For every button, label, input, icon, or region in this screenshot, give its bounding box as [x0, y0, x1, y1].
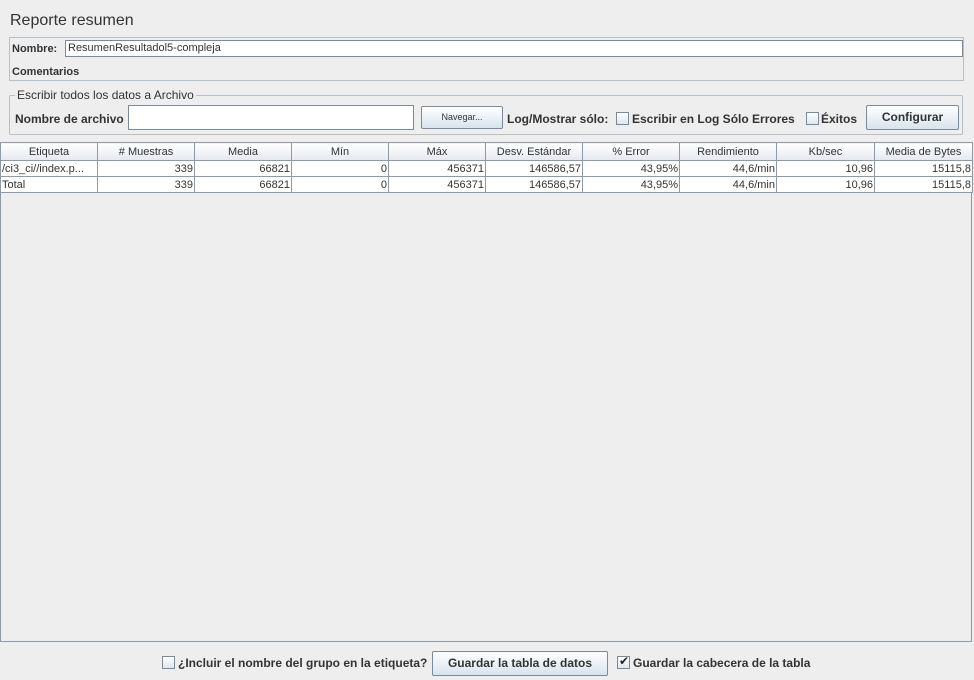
table-cell: 10,96: [776, 176, 875, 193]
column-header[interactable]: Máx: [388, 142, 486, 161]
table-cell: 146586,57: [485, 176, 583, 193]
filename-input[interactable]: [128, 105, 414, 130]
checkmark-icon: ✔: [619, 654, 630, 668]
successes-label: Éxitos: [821, 112, 858, 126]
table-row[interactable]: /ci3_ci//index.p... 339 66821 0 456371 1…: [0, 160, 973, 177]
name-input[interactable]: ResumenResultadol5-compleja: [65, 40, 963, 57]
table-cell: 0: [291, 176, 389, 193]
table-cell: Total: [0, 176, 98, 193]
name-label: Nombre:: [12, 43, 58, 55]
table-cell: /ci3_ci//index.p...: [0, 160, 98, 177]
column-header[interactable]: Etiqueta: [0, 142, 98, 161]
table-cell: 43,95%: [582, 176, 680, 193]
include-group-label: ¿Incluir el nombre del grupo en la etiqu…: [178, 656, 428, 670]
column-header[interactable]: Mín: [291, 142, 389, 161]
table-cell: 339: [97, 176, 195, 193]
save-table-button[interactable]: Guardar la tabla de datos: [432, 651, 608, 676]
include-group-checkbox[interactable]: [162, 656, 175, 669]
name-row: Nombre: ResumenResultadol5-compleja: [10, 38, 963, 60]
column-header[interactable]: Rendimiento: [679, 142, 777, 161]
name-panel: Nombre: ResumenResultadol5-compleja Come…: [9, 37, 964, 81]
column-header[interactable]: Desv. Estándar: [485, 142, 583, 161]
page-title: Reporte resumen: [10, 12, 134, 29]
table-cell: 66821: [194, 160, 292, 177]
table-cell: 15115,8: [874, 160, 973, 177]
filename-label: Nombre de archivo: [15, 112, 124, 126]
bottom-bar: ¿Incluir el nombre del grupo en la etiqu…: [0, 648, 974, 678]
table-cell: 146586,57: [485, 160, 583, 177]
table-cell: 456371: [388, 176, 486, 193]
table-header-row: Etiqueta # Muestras Media Mín Máx Desv. …: [0, 142, 973, 161]
table-cell: 44,6/min: [679, 176, 777, 193]
table-cell: 10,96: [776, 160, 875, 177]
table-cell: 15115,8: [874, 176, 973, 193]
table-cell: 0: [291, 160, 389, 177]
comments-label: Comentarios: [12, 66, 80, 78]
summary-table-container: Etiqueta # Muestras Media Mín Máx Desv. …: [0, 142, 973, 642]
table-cell: 43,95%: [582, 160, 680, 177]
table-cell: 339: [97, 160, 195, 177]
log-show-label: Log/Mostrar sólo:: [507, 112, 609, 126]
column-header[interactable]: # Muestras: [97, 142, 195, 161]
column-header[interactable]: Media de Bytes: [874, 142, 973, 161]
successes-checkbox[interactable]: [806, 112, 819, 125]
column-header[interactable]: Kb/sec: [776, 142, 875, 161]
table-row[interactable]: Total 339 66821 0 456371 146586,57 43,95…: [0, 176, 973, 193]
errors-only-checkbox[interactable]: [616, 112, 629, 125]
save-header-label: Guardar la cabecera de la tabla: [633, 656, 811, 670]
errors-only-label: Escribir en Log Sólo Errores: [632, 112, 795, 126]
browse-button[interactable]: Navegar...: [421, 106, 503, 129]
configure-button[interactable]: Configurar: [866, 105, 959, 130]
table-cell: 456371: [388, 160, 486, 177]
column-header[interactable]: % Error: [582, 142, 680, 161]
summary-table: Etiqueta # Muestras Media Mín Máx Desv. …: [0, 142, 973, 193]
write-to-file-legend: Escribir todos los datos a Archivo: [15, 88, 196, 102]
column-header[interactable]: Media: [194, 142, 292, 161]
save-header-checkbox[interactable]: ✔: [617, 654, 630, 669]
write-to-file-group: Escribir todos los datos a Archivo Nombr…: [9, 88, 963, 135]
table-cell: 66821: [194, 176, 292, 193]
table-cell: 44,6/min: [679, 160, 777, 177]
